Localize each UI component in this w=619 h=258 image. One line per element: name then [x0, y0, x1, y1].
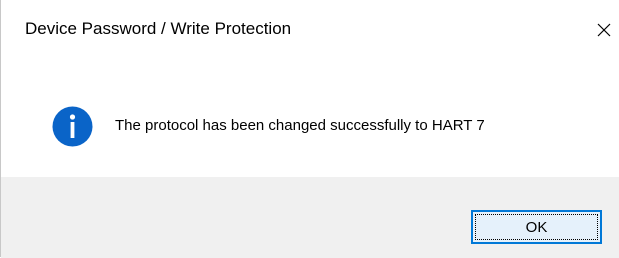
- close-icon: [597, 23, 611, 37]
- dialog-footer: OK: [1, 177, 619, 258]
- close-button[interactable]: [588, 10, 619, 50]
- dialog-title: Device Password / Write Protection: [25, 19, 292, 38]
- dialog-message: The protocol has been changed successful…: [115, 117, 485, 134]
- message-dialog: Device Password / Write Protection The p…: [0, 0, 619, 258]
- info-icon: [52, 106, 93, 147]
- ok-button[interactable]: OK: [471, 210, 602, 244]
- dialog-content: The protocol has been changed successful…: [1, 58, 619, 177]
- title-bar: Device Password / Write Protection: [1, 0, 619, 58]
